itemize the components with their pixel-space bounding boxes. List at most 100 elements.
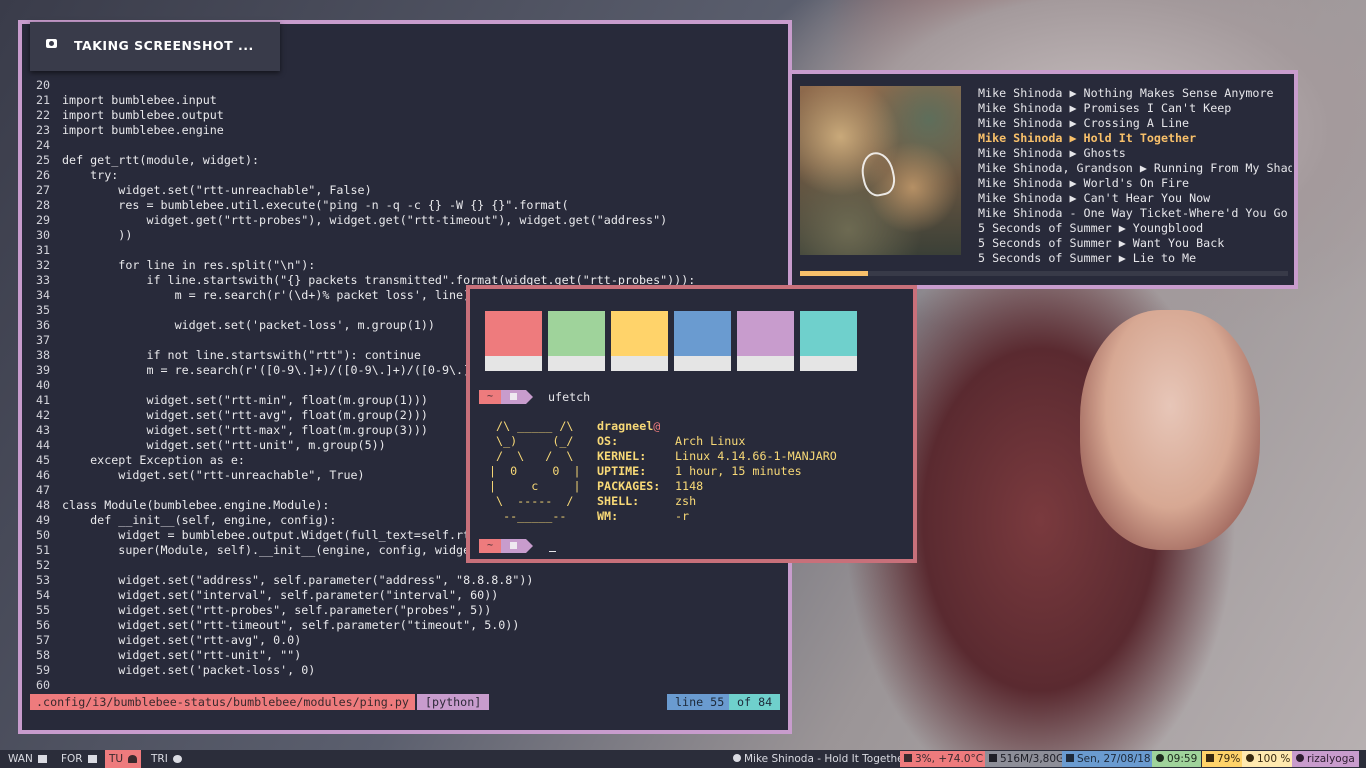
playlist[interactable]: Mike Shinoda ▶ Nothing Makes Sense Anymo… — [978, 86, 1292, 266]
color-swatch-fill — [548, 311, 605, 356]
fetch-row: UPTIME: 1 hour, 15 minutes — [597, 464, 837, 479]
code-line[interactable]: 59 widget.set('packet-loss', 0) — [36, 663, 776, 678]
code-line[interactable]: 56 widget.set("rtt-timeout", self.parame… — [36, 618, 776, 633]
line-number: 46 — [36, 468, 51, 482]
ascii-logo: /\ _____ /\ \_) (_/ / \ / \ | 0 0 | | c | … — [489, 419, 580, 524]
fetch-value: 1 hour, 15 minutes — [675, 464, 802, 478]
playlist-track[interactable]: Mike Shinoda ▶ Nothing Makes Sense Anymo… — [978, 86, 1292, 101]
fetch-at: @ — [653, 419, 661, 433]
workspace-wan[interactable]: WAN — [4, 750, 51, 768]
workspace-label: TU — [109, 753, 124, 765]
music-icon — [172, 755, 182, 763]
code-line[interactable]: 58 widget.set("rtt-unit", "") — [36, 648, 776, 663]
code-line[interactable]: 29 widget.get("rtt-probes"), widget.get(… — [36, 213, 776, 228]
line-text: widget.set("rtt-avg", 0.0) — [62, 633, 302, 647]
playback-progress[interactable] — [800, 271, 1288, 276]
line-text: widget.set('packet-loss', m.group(1)) — [62, 318, 435, 332]
code-line[interactable]: 60 — [36, 678, 776, 693]
memory-icon — [989, 754, 997, 762]
line-text: class Module(bumblebee.engine.Module): — [62, 498, 330, 512]
terminal-window[interactable]: ~ ufetch /\ _____ /\ \_) (_/ / \ / \ | 0 … — [466, 285, 917, 563]
line-text: widget.set("rtt-timeout", self.parameter… — [62, 618, 520, 632]
screenshot-notification[interactable]: TAKING SCREENSHOT ... — [30, 22, 280, 71]
code-line[interactable]: 24 — [36, 138, 776, 153]
line-text: widget.set("rtt-unreachable", False) — [62, 183, 372, 197]
folder-icon — [87, 755, 97, 763]
ascii-line: \_) (_/ — [489, 434, 574, 448]
fetch-value: 1148 — [675, 479, 704, 493]
bell-icon — [1206, 754, 1214, 762]
playlist-track[interactable]: Mike Shinoda ▶ Hold It Together — [978, 131, 1292, 146]
now-playing[interactable]: Mike Shinoda - Hold It Together — [729, 751, 912, 767]
ascii-line: /\ _____ /\ — [489, 419, 574, 433]
command-text: ufetch — [548, 390, 591, 404]
building-icon — [37, 755, 47, 763]
notification-text: TAKING SCREENSHOT ... — [74, 38, 254, 53]
line-number: 50 — [36, 528, 51, 542]
line-number: 27 — [36, 183, 51, 197]
code-line[interactable]: 22 import bumblebee.output — [36, 108, 776, 123]
playlist-track[interactable]: 5 Seconds of Summer ▶ Youngblood — [978, 221, 1292, 236]
code-line[interactable]: 28 res = bumblebee.util.execute("ping -n… — [36, 198, 776, 213]
line-number: 21 — [36, 93, 51, 107]
playlist-track[interactable]: Mike Shinoda, Grandson ▶ Running From My… — [978, 161, 1292, 176]
workspace-tri[interactable]: TRI — [147, 750, 186, 768]
code-line[interactable]: 26 try: — [36, 168, 776, 183]
playlist-track[interactable]: Mike Shinoda ▶ Ghosts — [978, 146, 1292, 161]
code-line[interactable]: 20 — [36, 78, 776, 93]
code-line[interactable]: 31 — [36, 243, 776, 258]
memory-text: 516M/3,80G — [1000, 753, 1065, 765]
code-line[interactable]: 53 widget.set("address", self.parameter(… — [36, 573, 776, 588]
code-line[interactable]: 27 widget.set("rtt-unreachable", False) — [36, 183, 776, 198]
ascii-line: \ ----- / — [489, 494, 574, 508]
home-icon — [510, 542, 517, 549]
memory-block: 516M/3,80G — [985, 751, 1069, 767]
code-line[interactable]: 32 for line in res.split("\n"): — [36, 258, 776, 273]
ascii-line: | c | — [489, 479, 581, 493]
line-text: widget = bumblebee.output.Widget(full_te… — [62, 528, 485, 542]
playlist-track[interactable]: Mike Shinoda ▶ Can't Hear You Now — [978, 191, 1292, 206]
code-line[interactable]: 57 widget.set("rtt-avg", 0.0) — [36, 633, 776, 648]
code-line[interactable]: 21 import bumblebee.input — [36, 93, 776, 108]
line-number: 38 — [36, 348, 51, 362]
line-text: try: — [62, 168, 119, 182]
line-number: 22 — [36, 108, 51, 122]
line-number: 55 — [36, 603, 51, 617]
line-number: 56 — [36, 618, 51, 632]
line-number: 37 — [36, 333, 51, 347]
time-block: 09:59 — [1152, 751, 1202, 767]
fetch-key: KERNEL: — [597, 449, 647, 463]
workspace-tu[interactable]: TU — [105, 750, 142, 768]
music-player-window[interactable]: Mike Shinoda ▶ Nothing Makes Sense Anymo… — [788, 70, 1298, 289]
code-line[interactable]: 23 import bumblebee.engine — [36, 123, 776, 138]
code-line[interactable]: 54 widget.set("interval", self.parameter… — [36, 588, 776, 603]
file-type: [python] — [417, 694, 490, 710]
playlist-track[interactable]: Mike Shinoda ▶ World's On Fire — [978, 176, 1292, 191]
color-swatch-fill — [485, 311, 542, 356]
code-line[interactable]: 25 def get_rtt(module, widget): — [36, 153, 776, 168]
user-block[interactable]: rizalyoga — [1292, 751, 1359, 767]
line-number: 32 — [36, 258, 51, 272]
color-swatch-fill — [611, 311, 668, 356]
line-number: 48 — [36, 498, 51, 512]
status-bar: WAN FOR TU TRI Mike Shinoda - Hold It To… — [0, 750, 1366, 768]
terminal-cursor[interactable] — [549, 551, 556, 552]
playlist-track[interactable]: 5 Seconds of Summer ▶ Want You Back — [978, 236, 1292, 251]
playlist-track[interactable]: Mike Shinoda - One Way Ticket-Where'd Yo… — [978, 206, 1292, 221]
playlist-track[interactable]: 5 Seconds of Summer ▶ Lie to Me — [978, 251, 1292, 266]
playlist-track[interactable]: Mike Shinoda ▶ Crossing A Line — [978, 116, 1292, 131]
ascii-line: / \ / \ — [489, 449, 574, 463]
line-number: 30 — [36, 228, 51, 242]
code-line[interactable]: 30 )) — [36, 228, 776, 243]
fetch-value: zsh — [675, 494, 697, 508]
battery-text: 79% — [1217, 753, 1241, 765]
color-swatch — [548, 311, 605, 371]
line-number: 31 — [36, 243, 51, 257]
workspace-for[interactable]: FOR — [57, 750, 101, 768]
code-line[interactable]: 55 widget.set("rtt-probes", self.paramet… — [36, 603, 776, 618]
brightness-block: 100 % — [1242, 751, 1295, 767]
color-swatch-fill — [674, 311, 731, 356]
fetch-row: WM: -r — [597, 509, 837, 524]
line-number: 29 — [36, 213, 51, 227]
playlist-track[interactable]: Mike Shinoda ▶ Promises I Can't Keep — [978, 101, 1292, 116]
